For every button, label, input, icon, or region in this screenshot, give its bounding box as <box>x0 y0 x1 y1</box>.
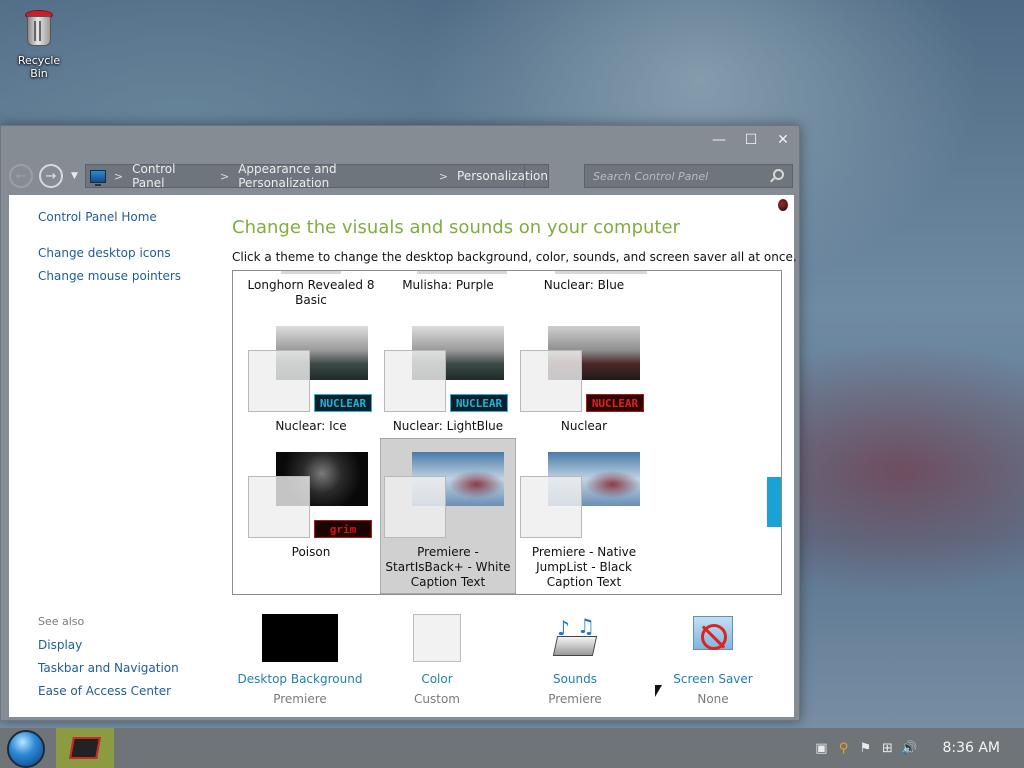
desktop-background-setting[interactable]: Desktop Background Premiere <box>235 614 365 706</box>
theme-mulisha-purple[interactable]: Mulisha: Purple <box>380 278 516 293</box>
grim-logo: grim <box>314 520 372 538</box>
action-center-flag-icon[interactable]: ⚑ <box>858 741 872 756</box>
theme-thumb-nuclear-lightblue[interactable]: NUCLEAR <box>384 326 514 416</box>
help-icon[interactable] <box>778 199 788 211</box>
breadcrumb-separator: > <box>438 169 449 183</box>
minimize-button[interactable]: — <box>703 126 735 154</box>
search-input[interactable]: Search Control Panel <box>584 164 793 188</box>
breadcrumb-appearance[interactable]: Appearance and Personalization <box>238 162 430 190</box>
theme-nuclear-lightblue[interactable]: Nuclear: LightBlue <box>380 419 516 434</box>
maximize-button[interactable]: ☐ <box>735 126 767 154</box>
theme-premiere-startisback[interactable]: Premiere - StartIsBack+ - White Caption … <box>380 545 516 590</box>
breadcrumb-separator: > <box>113 169 124 183</box>
theme-gallery: Longhorn Revealed 8 Basic Mulisha: Purpl… <box>232 270 782 595</box>
sounds-icon: ♪ ♫ <box>551 614 599 662</box>
control-panel-icon <box>90 169 106 186</box>
breadcrumb-separator: > <box>219 169 230 183</box>
navigation-bar: ← → ▼ > Control Panel > Appearance and P… <box>9 161 795 191</box>
theme-longhorn-revealed[interactable]: Longhorn Revealed 8 Basic <box>243 278 379 308</box>
personalization-window: — ☐ ✕ ← → ▼ > Control Panel > Appearance… <box>0 125 800 721</box>
nuclear-logo: NUCLEAR <box>450 394 508 412</box>
desktop-background-value: Premiere <box>273 692 327 706</box>
nuclear-logo: NUCLEAR <box>586 394 644 412</box>
address-bar[interactable]: > Control Panel > Appearance and Persona… <box>85 162 549 190</box>
search-tray-icon[interactable]: ⚲ <box>836 741 850 756</box>
search-placeholder: Search Control Panel <box>593 169 709 183</box>
system-tray: ▣ ⚲ ⚑ ⊞ 🔊 8:36 AM <box>810 728 1024 768</box>
mouse-cursor <box>655 685 662 697</box>
theme-nuclear-ice[interactable]: Nuclear: Ice <box>243 419 379 434</box>
caption-buttons: — ☐ ✕ <box>703 126 799 154</box>
taskbar-app-personalization[interactable] <box>56 728 114 768</box>
page-description: Click a theme to change the desktop back… <box>232 250 797 264</box>
network-icon[interactable]: ⊞ <box>880 741 894 756</box>
app-icon <box>69 737 101 759</box>
content-pane: Control Panel Home Change desktop icons … <box>9 195 797 717</box>
page-title: Change the visuals and sounds on your co… <box>232 217 680 238</box>
tray-app-icon[interactable]: ▣ <box>814 741 828 756</box>
change-desktop-icons-link[interactable]: Change desktop icons <box>38 246 171 260</box>
theme-premiere-native[interactable]: Premiere - Native JumpList - Black Capti… <box>516 545 652 590</box>
address-dropdown-button[interactable] <box>524 165 548 187</box>
gallery-scrollbar-thumb[interactable] <box>767 477 781 527</box>
display-link[interactable]: Display <box>38 638 82 652</box>
see-also-heading: See also <box>38 615 85 628</box>
start-button[interactable] <box>7 730 45 768</box>
recycle-bin-label: Recycle Bin <box>17 54 61 80</box>
volume-icon[interactable]: 🔊 <box>901 741 917 756</box>
color-swatch <box>413 614 461 662</box>
theme-thumb-poison[interactable]: grim <box>248 452 378 542</box>
desktop-icon-recycle-bin[interactable]: Recycle Bin <box>8 8 70 80</box>
recent-pages-dropdown[interactable]: ▼ <box>71 171 83 181</box>
control-panel-home-link[interactable]: Control Panel Home <box>38 210 157 224</box>
breadcrumb-control-panel[interactable]: Control Panel <box>132 162 211 190</box>
change-mouse-pointers-link[interactable]: Change mouse pointers <box>38 269 181 283</box>
search-icon[interactable] <box>773 169 784 180</box>
forward-button[interactable]: → <box>39 164 63 188</box>
theme-nuclear-blue[interactable]: Nuclear: Blue <box>516 278 652 293</box>
screen-saver-icon <box>689 614 737 662</box>
desktop-background-preview <box>262 614 338 662</box>
desktop-background-title: Desktop Background <box>237 672 363 686</box>
sounds-setting[interactable]: ♪ ♫ Sounds Premiere <box>525 614 625 706</box>
theme-poison[interactable]: Poison <box>243 545 379 560</box>
color-title: Color <box>421 672 453 686</box>
ease-of-access-link[interactable]: Ease of Access Center <box>38 684 171 698</box>
theme-thumb-nuclear-ice[interactable]: NUCLEAR <box>248 326 378 416</box>
theme-thumb-nuclear[interactable]: NUCLEAR <box>520 326 650 416</box>
screen-saver-title: Screen Saver <box>673 672 753 686</box>
close-button[interactable]: ✕ <box>767 126 799 154</box>
screen-saver-value: None <box>697 692 729 706</box>
back-button[interactable]: ← <box>9 164 33 188</box>
taskbar: ▣ ⚲ ⚑ ⊞ 🔊 8:36 AM <box>0 728 1024 768</box>
recycle-bin-icon <box>23 8 55 48</box>
screen-saver-setting[interactable]: Screen Saver None <box>663 614 763 706</box>
nuclear-logo: NUCLEAR <box>314 394 372 412</box>
theme-thumb-premiere-startisback[interactable] <box>384 452 514 542</box>
color-setting[interactable]: Color Custom <box>387 614 487 706</box>
theme-thumb-premiere-native[interactable] <box>520 452 650 542</box>
sounds-title: Sounds <box>552 672 598 686</box>
theme-nuclear[interactable]: Nuclear <box>516 419 652 434</box>
sounds-value: Premiere <box>548 692 602 706</box>
taskbar-clock[interactable]: 8:36 AM <box>942 740 1000 756</box>
taskbar-navigation-link[interactable]: Taskbar and Navigation <box>38 661 179 675</box>
color-value: Custom <box>414 692 460 706</box>
